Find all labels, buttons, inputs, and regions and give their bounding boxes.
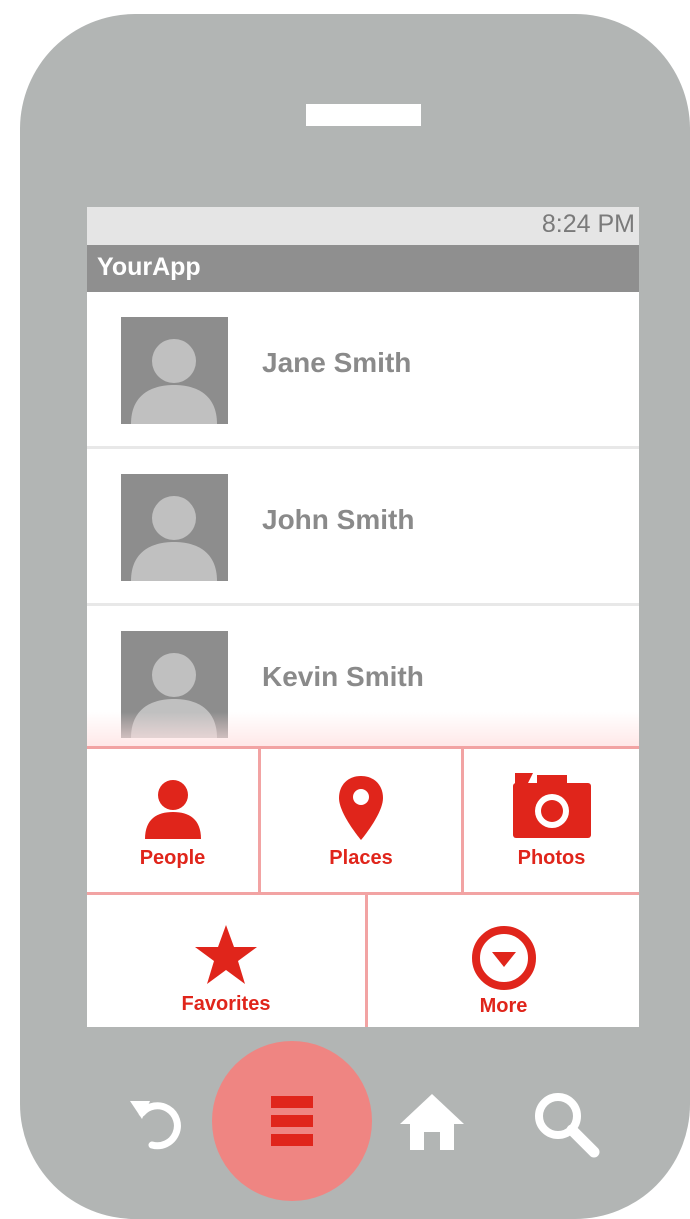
menu-item-places[interactable]: Places: [261, 749, 464, 895]
person-avatar-icon: [121, 317, 228, 424]
chevron-down-circle-icon: [471, 926, 536, 990]
app-screen: 8:24 PM YourApp Jane Smith John Smith Ke…: [87, 207, 639, 1027]
menu-button[interactable]: [212, 1041, 372, 1201]
menu-item-photos[interactable]: Photos: [464, 749, 639, 895]
contact-row[interactable]: John Smith: [87, 449, 639, 606]
contact-name: John Smith: [262, 504, 415, 535]
app-title: YourApp: [97, 253, 201, 281]
camera-icon: [512, 773, 591, 838]
contact-row[interactable]: Jane Smith: [87, 292, 639, 449]
app-bar: YourApp: [87, 245, 639, 292]
menu-label-people: People: [139, 847, 206, 869]
contact-name: Kevin Smith: [262, 661, 424, 692]
contact-name: Jane Smith: [262, 347, 412, 378]
menu-grid: People Places Photos Favorites More: [87, 746, 639, 1027]
home-icon[interactable]: [398, 1090, 466, 1154]
menu-icon: [271, 1096, 313, 1146]
search-icon[interactable]: [532, 1090, 602, 1160]
star-icon: [195, 925, 257, 984]
menu-item-favorites[interactable]: Favorites: [87, 895, 368, 1027]
status-time: 8:24 PM: [541, 210, 635, 238]
person-avatar-icon: [121, 474, 228, 581]
menu-item-people[interactable]: People: [87, 749, 261, 895]
menu-label-photos: Photos: [517, 847, 586, 869]
menu-label-places: Places: [329, 847, 393, 869]
menu-label-favorites: Favorites: [181, 993, 271, 1015]
back-icon[interactable]: [128, 1093, 188, 1153]
menu-label-more: More: [479, 995, 528, 1017]
person-icon: [144, 780, 201, 839]
map-pin-icon: [339, 776, 383, 840]
menu-item-more[interactable]: More: [368, 895, 639, 1027]
status-bar: 8:24 PM: [87, 207, 639, 245]
phone-speaker: [306, 104, 421, 126]
